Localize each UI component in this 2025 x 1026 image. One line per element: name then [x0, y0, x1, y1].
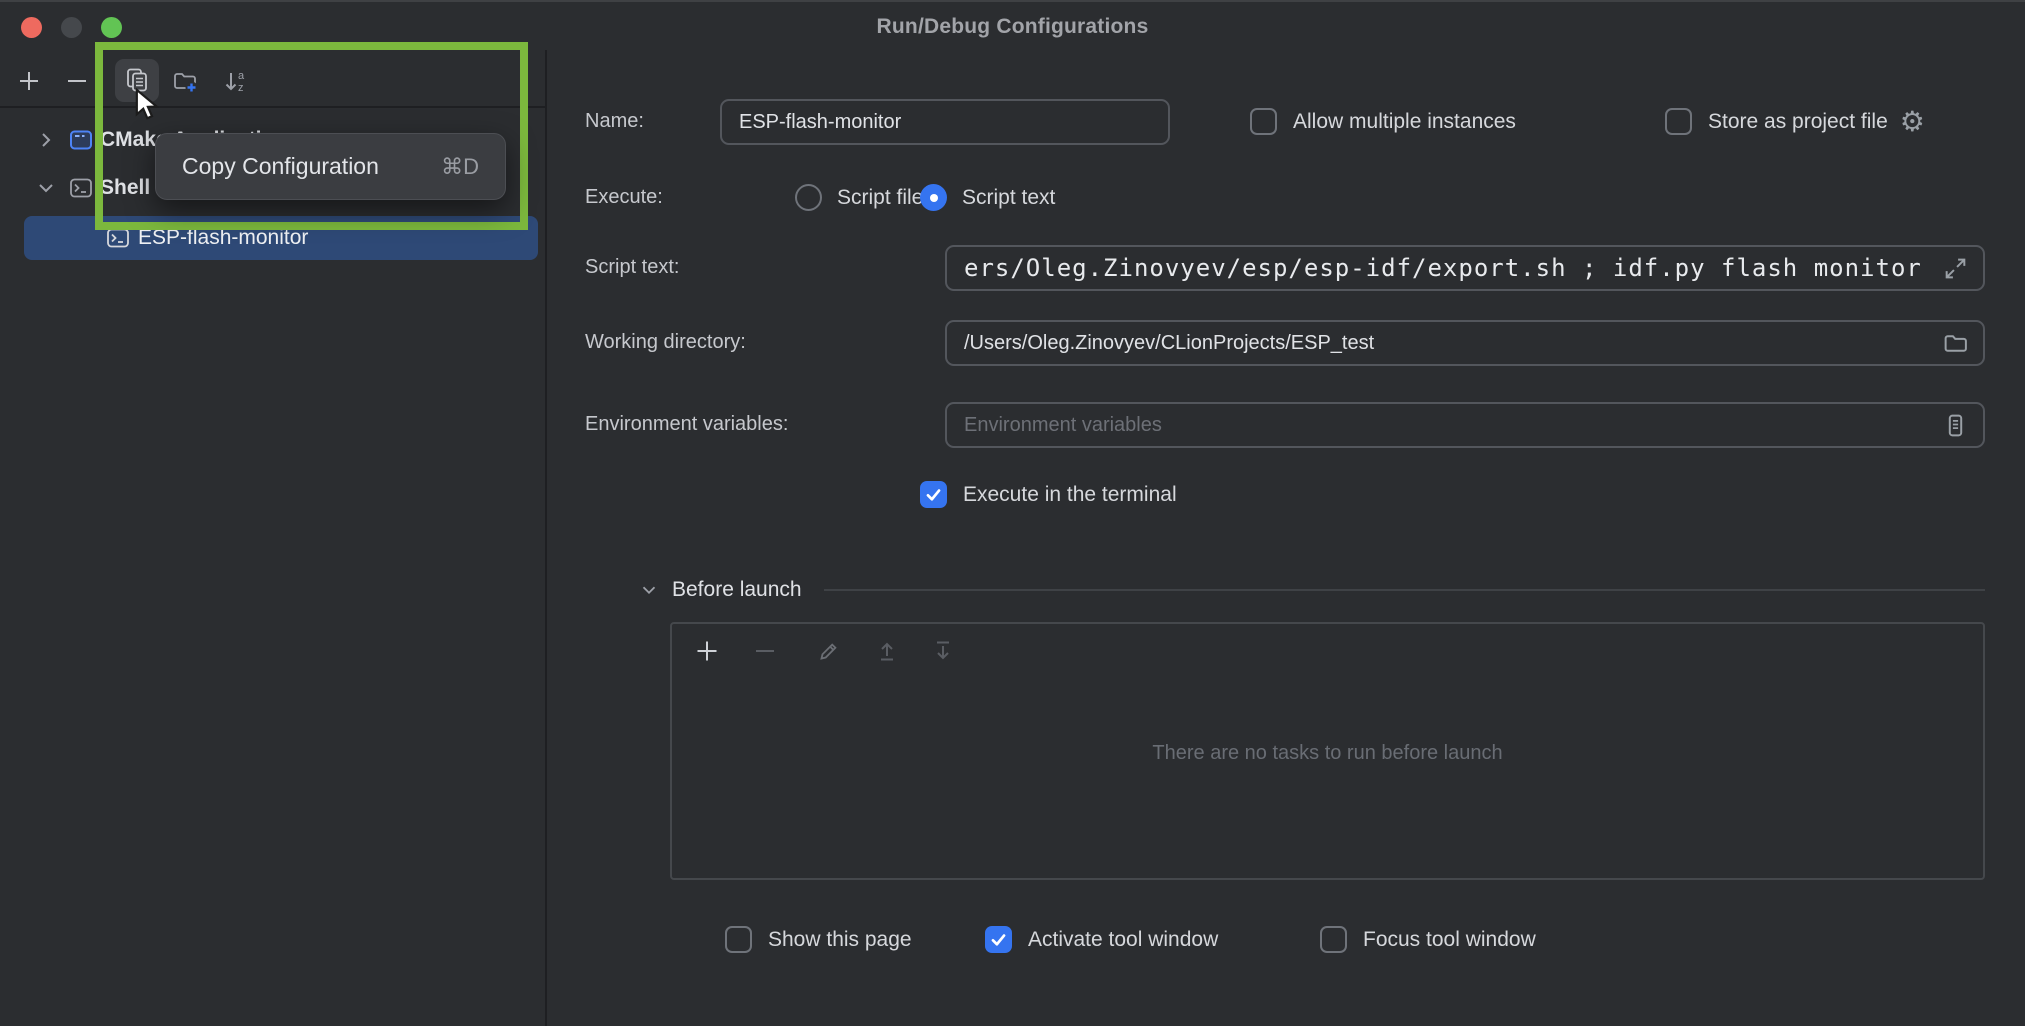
- copy-configuration-tooltip: Copy Configuration ⌘D: [155, 133, 506, 200]
- execute-in-terminal-checkbox[interactable]: [920, 481, 947, 508]
- script-text-label: Script text: [962, 184, 1055, 211]
- environment-variables-label: Environment variables:: [585, 411, 788, 438]
- script-text-field-label: Script text:: [585, 254, 679, 281]
- dialog-title: Run/Debug Configurations: [0, 15, 2025, 39]
- move-task-up-icon: [874, 638, 900, 664]
- panel-divider[interactable]: [545, 50, 547, 1026]
- store-as-project-file-option[interactable]: Store as project file ⚙: [1665, 108, 1925, 135]
- name-label: Name:: [585, 108, 644, 135]
- show-this-page-checkbox[interactable]: [725, 926, 752, 953]
- tooltip-label: Copy Configuration: [182, 153, 379, 180]
- checkmark-icon: [989, 930, 1008, 949]
- working-directory-value: /Users/Oleg.Zinovyev/CLionProjects/ESP_t…: [964, 332, 1934, 355]
- working-directory-input[interactable]: /Users/Oleg.Zinovyev/CLionProjects/ESP_t…: [945, 320, 1985, 366]
- sort-configurations-icon[interactable]: a z: [222, 68, 250, 96]
- execute-in-terminal-option[interactable]: Execute in the terminal: [920, 481, 1177, 508]
- mouse-cursor-icon: [131, 88, 163, 124]
- allow-multiple-instances-option[interactable]: Allow multiple instances: [1250, 108, 1516, 135]
- activate-tool-window-label: Activate tool window: [1028, 926, 1218, 953]
- script-text-radio[interactable]: [920, 184, 947, 211]
- toolbar-divider: [0, 106, 545, 108]
- shell-script-icon: [68, 175, 94, 201]
- allow-multiple-instances-checkbox[interactable]: [1250, 108, 1277, 135]
- focus-tool-window-checkbox[interactable]: [1320, 926, 1347, 953]
- chevron-right-icon[interactable]: [34, 128, 58, 152]
- activate-tool-window-option[interactable]: Activate tool window: [985, 926, 1218, 953]
- gear-icon[interactable]: ⚙: [1900, 108, 1925, 135]
- svg-text:z: z: [238, 82, 244, 94]
- script-file-radio[interactable]: [795, 184, 822, 211]
- before-launch-panel: There are no tasks to run before launch: [670, 622, 1985, 880]
- store-as-project-file-checkbox[interactable]: [1665, 108, 1692, 135]
- before-launch-divider: [824, 589, 1985, 591]
- activate-tool-window-checkbox[interactable]: [985, 926, 1012, 953]
- new-folder-icon[interactable]: [172, 68, 198, 94]
- cmake-application-icon: [68, 127, 94, 153]
- add-configuration-icon[interactable]: [16, 68, 42, 94]
- checkmark-icon: [924, 485, 943, 504]
- script-text-radio-option[interactable]: Script text: [920, 184, 1055, 211]
- script-file-radio-option[interactable]: Script file: [795, 184, 923, 211]
- script-file-label: Script file: [837, 184, 923, 211]
- script-text-input[interactable]: ers/Oleg.Zinovyev/esp/esp-idf/export.sh …: [945, 245, 1985, 291]
- tooltip-shortcut: ⌘D: [441, 154, 479, 180]
- store-as-project-file-label: Store as project file: [1708, 108, 1888, 135]
- edit-task-icon: [816, 638, 842, 664]
- move-task-down-icon: [930, 638, 956, 664]
- expand-field-icon[interactable]: [1942, 255, 1969, 282]
- run-debug-configurations-dialog: Run/Debug Configurations a z: [0, 0, 2025, 1026]
- allow-multiple-instances-label: Allow multiple instances: [1293, 108, 1516, 135]
- chevron-down-icon[interactable]: [34, 176, 58, 200]
- focus-tool-window-label: Focus tool window: [1363, 926, 1536, 953]
- name-input[interactable]: ESP-flash-monitor: [720, 99, 1170, 145]
- tree-item-esp-flash-monitor-selected[interactable]: ESP-flash-monitor: [24, 216, 538, 260]
- browse-folder-icon[interactable]: [1942, 330, 1969, 357]
- before-launch-empty-text: There are no tasks to run before launch: [672, 742, 1983, 765]
- environment-variables-input[interactable]: Environment variables: [945, 402, 1985, 448]
- remove-task-icon: [752, 638, 778, 664]
- environment-variables-placeholder: Environment variables: [964, 414, 1934, 437]
- show-this-page-label: Show this page: [768, 926, 912, 953]
- browse-variables-icon[interactable]: [1942, 412, 1969, 439]
- show-this-page-option[interactable]: Show this page: [725, 926, 912, 953]
- name-value: ESP-flash-monitor: [739, 111, 1154, 134]
- remove-configuration-icon[interactable]: [64, 68, 90, 94]
- execute-label: Execute:: [585, 184, 663, 211]
- focus-tool-window-option[interactable]: Focus tool window: [1320, 926, 1536, 953]
- script-text-value: ers/Oleg.Zinovyev/esp/esp-idf/export.sh …: [964, 254, 1934, 282]
- before-launch-collapse-icon[interactable]: [638, 579, 660, 601]
- working-directory-label: Working directory:: [585, 329, 746, 356]
- execute-in-terminal-label: Execute in the terminal: [963, 481, 1177, 508]
- svg-text:a: a: [238, 70, 245, 82]
- add-task-icon[interactable]: [694, 638, 720, 664]
- shell-script-icon: [105, 225, 131, 251]
- before-launch-title[interactable]: Before launch: [672, 576, 802, 604]
- tree-item-label: ESP-flash-monitor: [138, 226, 308, 250]
